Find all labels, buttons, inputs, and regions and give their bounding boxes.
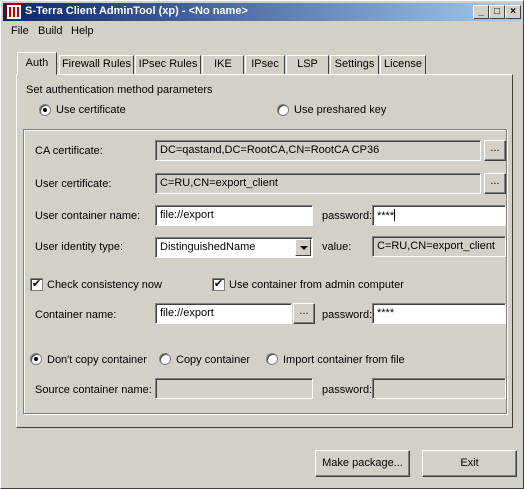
app-icon (6, 4, 22, 20)
exit-button[interactable]: Exit (422, 450, 517, 477)
tab-ipsec[interactable]: IPsec (245, 55, 285, 74)
title-bar[interactable]: S-Terra Client AdminTool (xp) - <No name… (3, 3, 521, 21)
menu-file[interactable]: File (11, 25, 29, 37)
auth-panel (16, 74, 513, 428)
tab-firewall-rules[interactable]: Firewall Rules (59, 55, 134, 74)
tab-auth[interactable]: Auth (17, 52, 57, 75)
tab-settings[interactable]: Settings (330, 55, 379, 74)
menu-build[interactable]: Build (38, 25, 62, 37)
minimize-button[interactable]: _ (473, 5, 489, 19)
maximize-button[interactable]: □ (489, 5, 505, 19)
menu-help[interactable]: Help (71, 25, 94, 37)
window-title: S-Terra Client AdminTool (xp) - <No name… (25, 5, 248, 17)
make-package-button[interactable]: Make package... (315, 450, 410, 477)
tab-ipsec-rules[interactable]: IPsec Rules (135, 55, 201, 74)
tab-ike[interactable]: IKE (202, 55, 244, 74)
tab-lsp[interactable]: LSP (286, 55, 329, 74)
tab-license[interactable]: License (380, 55, 426, 74)
app-window: S-Terra Client AdminTool (xp) - <No name… (0, 0, 524, 489)
close-button[interactable]: × (505, 5, 521, 19)
menu-bar: File Build Help (3, 22, 521, 41)
